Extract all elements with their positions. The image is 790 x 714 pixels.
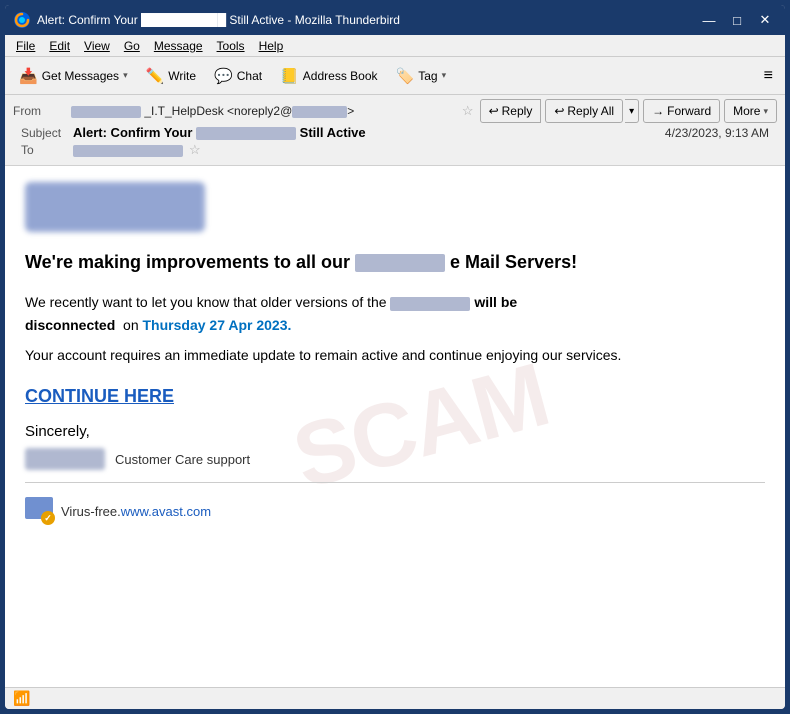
message-date: 4/23/2023, 9:13 AM — [665, 126, 769, 140]
wifi-icon: 📶 — [13, 690, 30, 707]
sender-label: Customer Care support — [115, 452, 250, 467]
close-button[interactable]: ✕ — [753, 11, 777, 29]
get-messages-button[interactable]: 📥 Get Messages ▾ — [11, 62, 136, 90]
get-messages-icon: 📥 — [19, 67, 38, 85]
write-button[interactable]: ✏️ Write — [138, 62, 204, 90]
subject-blurred — [196, 127, 296, 140]
reply-all-dropdown[interactable]: ▾ — [625, 99, 639, 123]
to-value — [73, 143, 183, 157]
reply-all-button[interactable]: ↩ Reply All — [545, 99, 623, 123]
sender-logo-blur — [25, 448, 105, 470]
from-label: From — [13, 104, 65, 118]
avast-icon-wrap: ✓ — [25, 497, 53, 525]
heading-blurred — [355, 254, 445, 272]
menu-tools[interactable]: Tools — [210, 37, 252, 55]
to-star-icon[interactable]: ☆ — [189, 142, 201, 158]
reply-icon: ↩ — [489, 104, 499, 118]
sender-row: Customer Care support — [25, 448, 765, 470]
subject-row: Subject Alert: Confirm Your Still Active… — [13, 123, 777, 142]
write-icon: ✏️ — [146, 67, 165, 85]
para1-blurred — [390, 297, 470, 311]
forward-button[interactable]: → Forward — [643, 99, 720, 123]
forward-icon: → — [652, 104, 664, 118]
get-messages-dropdown-icon[interactable]: ▾ — [123, 70, 128, 81]
more-button[interactable]: More ▾ — [724, 99, 777, 123]
tag-button[interactable]: 🏷️ Tag ▾ — [388, 62, 455, 90]
avast-row: ✓ Virus-free.www.avast.com — [25, 491, 765, 531]
chat-icon: 💬 — [214, 67, 233, 85]
toolbar: 📥 Get Messages ▾ ✏️ Write 💬 Chat 📒 Addre… — [5, 57, 785, 95]
more-dropdown-icon: ▾ — [763, 106, 768, 117]
menu-message[interactable]: Message — [147, 37, 210, 55]
avast-check-icon: ✓ — [41, 511, 55, 525]
message-header: From _I.T_HelpDesk <noreply2@> ☆ ↩ Reply… — [5, 95, 785, 166]
body-paragraph-1: We recently want to let you know that ol… — [25, 291, 765, 336]
subject-text: Alert: Confirm Your Still Active — [73, 125, 665, 140]
from-email-blurred — [292, 106, 347, 118]
sender-logo-image — [25, 182, 205, 232]
menubar: File Edit View Go Message Tools Help — [5, 35, 785, 57]
menu-edit[interactable]: Edit — [42, 37, 77, 55]
subject-label: Subject — [21, 126, 73, 140]
menu-help[interactable]: Help — [252, 37, 291, 55]
app-icon — [13, 11, 31, 29]
menu-go[interactable]: Go — [117, 37, 147, 55]
sincerely-text: Sincerely, — [25, 423, 765, 440]
cta-link[interactable]: CONTINUE HERE — [25, 386, 174, 407]
from-value: _I.T_HelpDesk <noreply2@> — [71, 104, 456, 118]
hamburger-menu-button[interactable]: ≡ — [758, 63, 779, 89]
to-blurred — [73, 145, 183, 157]
chat-button[interactable]: 💬 Chat — [206, 62, 270, 90]
avast-link[interactable]: www.avast.com — [121, 504, 211, 519]
menu-view[interactable]: View — [77, 37, 117, 55]
statusbar: 📶 — [5, 687, 785, 709]
minimize-button[interactable]: — — [697, 11, 721, 29]
to-label: To — [21, 143, 73, 157]
window-title: Alert: Confirm Your ██████████ Still Act… — [37, 13, 697, 27]
divider — [25, 482, 765, 483]
body-paragraph-2: Your account requires an immediate updat… — [25, 344, 765, 366]
email-heading: We're making improvements to all our e M… — [25, 250, 765, 275]
address-book-icon: 📒 — [280, 67, 299, 85]
menu-file[interactable]: File — [9, 37, 42, 55]
reply-toolbar: ↩ Reply ↩ Reply All ▾ → Forward More ▾ — [480, 99, 777, 123]
tag-dropdown-icon[interactable]: ▾ — [442, 70, 447, 81]
to-row: To ☆ — [13, 142, 777, 161]
reply-button[interactable]: ↩ Reply — [480, 99, 542, 123]
message-body: SCAM We're making improvements to all ou… — [5, 166, 785, 687]
avast-text: Virus-free.www.avast.com — [61, 504, 211, 519]
from-star-icon[interactable]: ☆ — [462, 103, 474, 119]
from-name-blurred — [71, 106, 141, 118]
maximize-button[interactable]: □ — [725, 11, 749, 29]
reply-all-icon: ↩ — [554, 104, 564, 118]
address-book-button[interactable]: 📒 Address Book — [272, 62, 385, 90]
tag-icon: 🏷️ — [396, 67, 415, 85]
